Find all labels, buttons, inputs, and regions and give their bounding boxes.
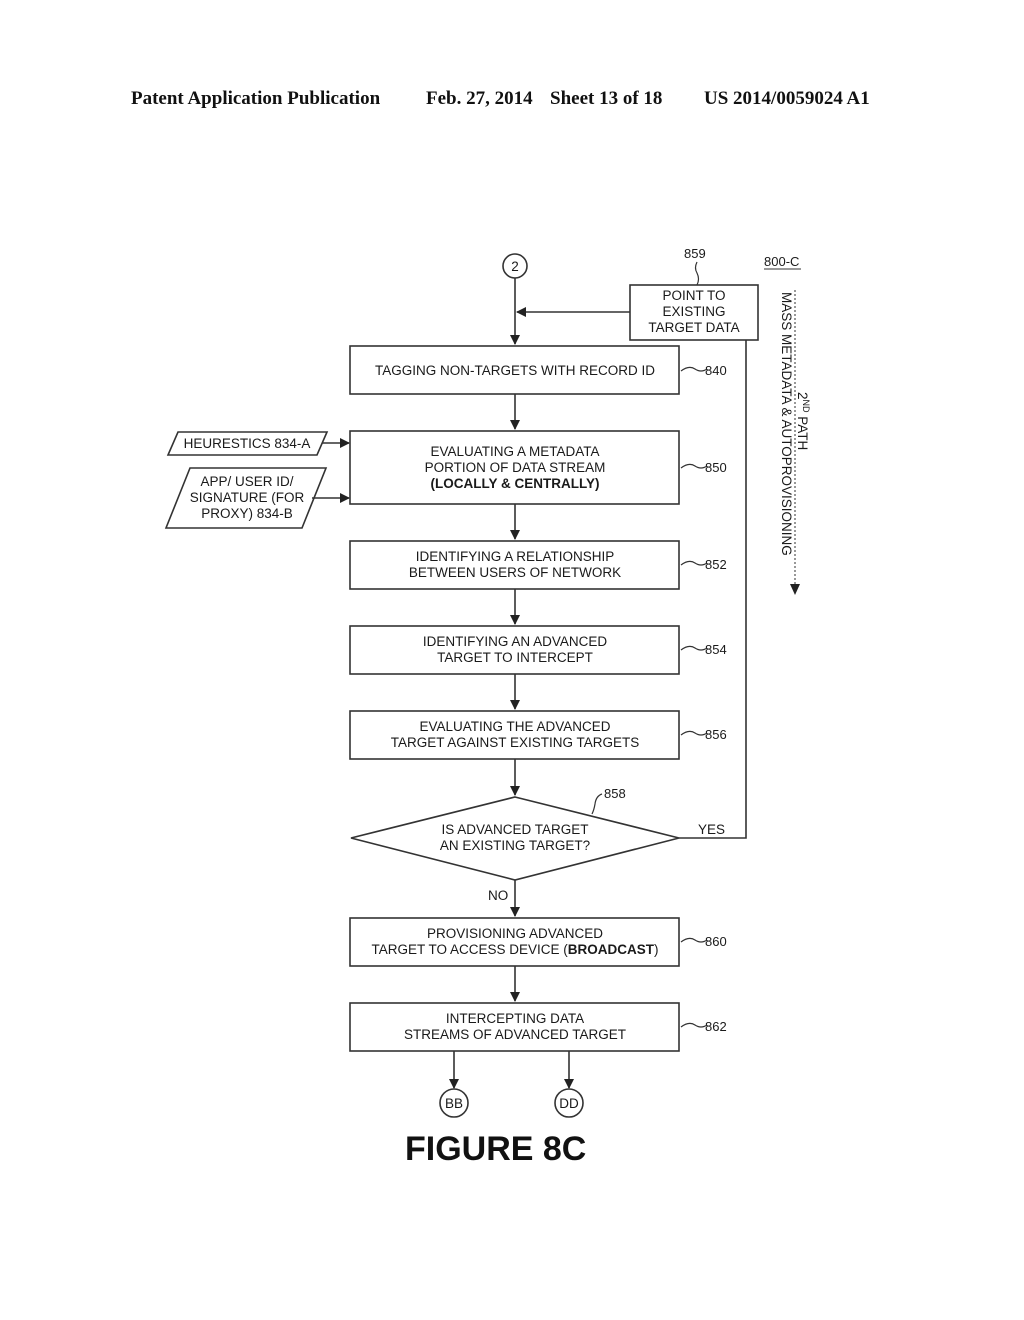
svg-text:IS ADVANCED TARGET: IS ADVANCED TARGET — [441, 822, 588, 837]
svg-text:2ND PATH: 2ND PATH — [795, 392, 811, 450]
svg-text:TARGET TO INTERCEPT: TARGET TO INTERCEPT — [437, 650, 593, 665]
svg-text:TARGET AGAINST EXISTING TARGET: TARGET AGAINST EXISTING TARGETS — [391, 735, 640, 750]
leader-852 — [680, 560, 708, 566]
decision-858: IS ADVANCED TARGET AN EXISTING TARGET? — [350, 796, 680, 881]
connector-bb: BB — [439, 1088, 469, 1118]
ref-850: 850 — [705, 460, 727, 475]
ref-859: 859 — [684, 246, 706, 261]
svg-text:2: 2 — [511, 259, 519, 274]
ref-852: 852 — [705, 557, 727, 572]
ref-860: 860 — [705, 934, 727, 949]
side-annotation-suffix: PATH — [795, 413, 810, 451]
svg-text:IDENTIFYING A RELATIONSHIP: IDENTIFYING A RELATIONSHIP — [416, 549, 615, 564]
point-to-existing-box: POINT TO EXISTING TARGET DATA — [629, 284, 759, 341]
ref-858: 858 — [604, 786, 626, 801]
svg-text:SIGNATURE (FOR: SIGNATURE (FOR — [190, 490, 305, 505]
step-852: IDENTIFYING A RELATIONSHIP BETWEEN USERS… — [349, 540, 680, 590]
leader-840 — [680, 366, 708, 372]
step-854: IDENTIFYING AN ADVANCED TARGET TO INTERC… — [349, 625, 680, 675]
figure-id: 800-C — [764, 254, 799, 269]
svg-text:HEURESTICS 834-A: HEURESTICS 834-A — [184, 436, 311, 451]
svg-text:APP/ USER ID/: APP/ USER ID/ — [200, 474, 293, 489]
svg-text:TARGET TO ACCESS DEVICE (BROAD: TARGET TO ACCESS DEVICE (BROADCAST) — [371, 942, 658, 957]
input-app-user-id: APP/ USER ID/ SIGNATURE (FOR PROXY) 834-… — [164, 467, 328, 529]
svg-text:TARGET DATA: TARGET DATA — [648, 320, 739, 335]
svg-text:AN EXISTING TARGET?: AN EXISTING TARGET? — [440, 838, 590, 853]
yes-label: YES — [698, 822, 725, 837]
ref-862: 862 — [705, 1019, 727, 1034]
ref-856: 856 — [705, 727, 727, 742]
svg-text:BETWEEN USERS OF NETWORK: BETWEEN USERS OF NETWORK — [409, 565, 621, 580]
svg-text:EVALUATING A METADATA: EVALUATING A METADATA — [430, 444, 599, 459]
svg-text:INTERCEPTING DATA: INTERCEPTING DATA — [446, 1011, 584, 1026]
side-arrowhead — [790, 584, 800, 595]
svg-text:PROXY) 834-B: PROXY) 834-B — [201, 506, 293, 521]
figure-title: FIGURE 8C — [405, 1130, 586, 1168]
svg-text:BB: BB — [445, 1096, 463, 1111]
leader-850 — [680, 463, 708, 469]
svg-text:PORTION OF DATA STREAM: PORTION OF DATA STREAM — [425, 460, 606, 475]
leader-862 — [680, 1022, 708, 1028]
svg-text:IDENTIFYING AN ADVANCED: IDENTIFYING AN ADVANCED — [423, 634, 608, 649]
step-840: TAGGING NON-TARGETS WITH RECORD ID — [349, 345, 680, 395]
svg-text:TAGGING NON-TARGETS WITH RECOR: TAGGING NON-TARGETS WITH RECORD ID — [375, 363, 655, 378]
step-860: PROVISIONING ADVANCED TARGET TO ACCESS D… — [349, 917, 680, 967]
svg-text:(LOCALLY & CENTRALLY): (LOCALLY & CENTRALLY) — [430, 476, 599, 491]
svg-text:STREAMS OF ADVANCED TARGET: STREAMS OF ADVANCED TARGET — [404, 1027, 626, 1042]
step-850: EVALUATING A METADATA PORTION OF DATA ST… — [349, 430, 680, 505]
connector-dd: DD — [554, 1088, 584, 1118]
input-heurestics: HEURESTICS 834-A — [166, 431, 329, 456]
leader-856 — [680, 730, 708, 736]
side-annotation-prefix: 2 — [795, 392, 810, 400]
leader-854 — [680, 645, 708, 651]
connector-start: 2 — [502, 253, 528, 279]
step-856: EVALUATING THE ADVANCED TARGET AGAINST E… — [349, 710, 680, 760]
leader-859 — [694, 261, 700, 286]
svg-text:POINT TO: POINT TO — [662, 288, 725, 303]
side-annotation-sup: ND — [801, 400, 811, 413]
svg-text:PROVISIONING ADVANCED: PROVISIONING ADVANCED — [427, 926, 603, 941]
leader-860 — [680, 937, 708, 943]
step-862: INTERCEPTING DATA STREAMS OF ADVANCED TA… — [349, 1002, 680, 1052]
leader-858 — [591, 793, 603, 815]
side-annotation-line2: MASS METADATA & AUTOPROVISIONING — [779, 292, 794, 556]
yes-path-line — [679, 340, 747, 839]
no-label: NO — [488, 888, 508, 903]
ref-854: 854 — [705, 642, 727, 657]
flowchart: 800-C 2 POINT TO EXISTING TARGET DATA 85… — [164, 246, 811, 1168]
ref-840: 840 — [705, 363, 727, 378]
svg-text:EVALUATING THE ADVANCED: EVALUATING THE ADVANCED — [419, 719, 610, 734]
svg-text:EXISTING: EXISTING — [662, 304, 725, 319]
svg-text:DD: DD — [559, 1096, 579, 1111]
